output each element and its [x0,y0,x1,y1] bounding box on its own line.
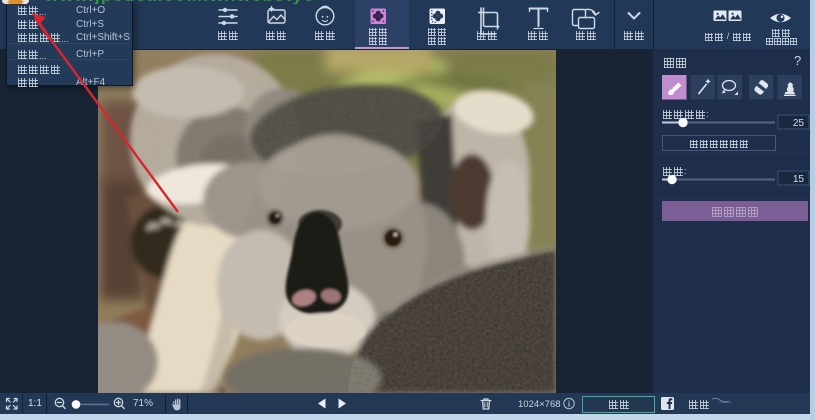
svg-text:25: 25 [793,118,805,129]
svg-text:15: 15 [793,174,805,185]
